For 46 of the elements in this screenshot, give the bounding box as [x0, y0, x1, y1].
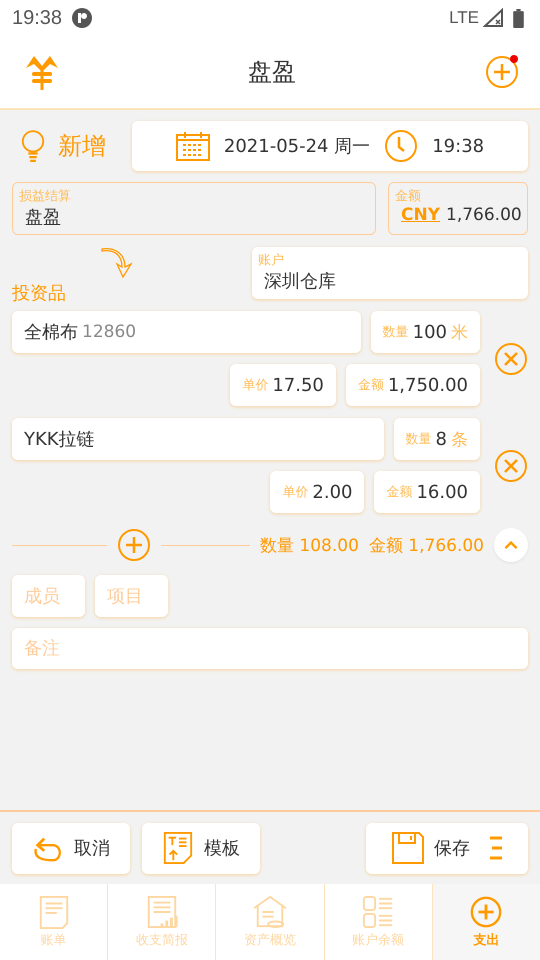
clock-icon: [384, 129, 418, 163]
menu-icon: [490, 836, 502, 860]
section-title: 投资品: [12, 282, 66, 305]
page-title: 盘盈: [248, 57, 296, 88]
cancel-button[interactable]: 取消: [12, 822, 130, 874]
template-icon: [162, 832, 194, 864]
line-amount-field[interactable]: 金额 16.00: [374, 471, 480, 513]
line-amount-field[interactable]: 金额 1,750.00: [346, 364, 480, 406]
date-text: 2021-05-24 周一: [224, 135, 370, 158]
status-time: 19:38: [12, 6, 62, 30]
curved-arrow-icon: [100, 247, 134, 279]
product-code: 12860: [82, 322, 136, 342]
category-field[interactable]: 损益结算 盘盈: [12, 182, 376, 235]
app-notification-icon: [72, 8, 92, 28]
unit-price-field[interactable]: 单价 17.50: [230, 364, 336, 406]
template-button[interactable]: 模板: [142, 822, 260, 874]
total-amount: 金额 1,766.00: [368, 534, 484, 556]
quantity-field[interactable]: 数量 8 条: [394, 418, 480, 460]
unit-price-field[interactable]: 单价 2.00: [270, 471, 364, 513]
time-text: 19:38: [432, 136, 484, 156]
amount-field[interactable]: 金额 CNY 1,766.00: [388, 182, 528, 235]
product-name-field[interactable]: YKK拉链: [12, 418, 384, 460]
add-button[interactable]: [484, 54, 520, 90]
calendar-icon: [176, 131, 210, 161]
save-button[interactable]: 保存: [366, 822, 528, 874]
add-item-button[interactable]: [117, 528, 151, 562]
quantity-field[interactable]: 数量 100 米: [370, 311, 480, 353]
house-icon: [251, 895, 289, 929]
remove-item-button[interactable]: [494, 342, 528, 376]
total-quantity: 数量 108.00: [260, 534, 359, 556]
amount-value: 1,766.00: [446, 205, 522, 225]
product-name-field[interactable]: 全棉布 12860: [12, 311, 361, 353]
chevron-up-icon: [503, 540, 519, 550]
network-type: LTE: [449, 8, 479, 28]
signal-icon: [483, 8, 503, 28]
battery-icon: [513, 8, 524, 28]
datetime-card[interactable]: 2021-05-24 周一 19:38: [132, 121, 528, 171]
note-field[interactable]: 备注: [12, 628, 528, 669]
account-field[interactable]: 账户 深圳仓库: [252, 247, 528, 299]
yuan-logo-icon[interactable]: [24, 54, 60, 90]
lightbulb-icon: [20, 129, 46, 163]
remove-item-button[interactable]: [494, 448, 528, 482]
tag-field[interactable]: 项目: [95, 575, 168, 617]
mode-label: 新增: [58, 131, 107, 162]
tag-field[interactable]: 成员: [12, 575, 85, 617]
collapse-button[interactable]: [494, 528, 528, 562]
